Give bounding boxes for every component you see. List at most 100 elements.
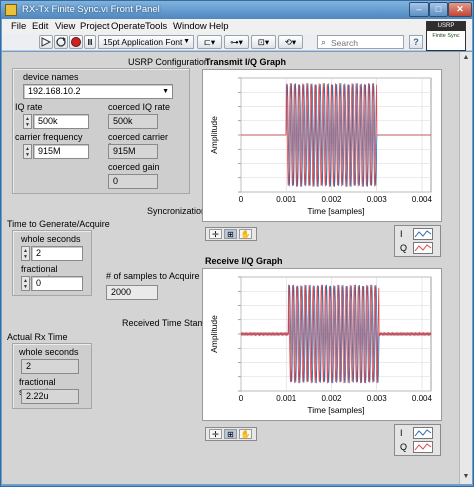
tx-legend-i-swatch [413, 228, 433, 240]
carrier-frequency-increment[interactable]: ▲ ▼ [23, 144, 32, 159]
whole-seconds-increment[interactable]: ▲ ▼ [21, 246, 30, 261]
tx-graph-plot: 0 0.001 0.002 0.003 0.004 Time [samples] Ampli… [209, 77, 433, 216]
tx-graph[interactable]: 0 0.001 0.002 0.003 0.004 Time [samples] Ampli… [202, 69, 442, 222]
reorder-button[interactable]: ⟲▾ [278, 35, 303, 49]
distribute-icon: ⊶▾ [230, 37, 243, 47]
x-tick-label: 0.001 [276, 195, 297, 204]
fractional-seconds-increment[interactable]: ▲ ▼ [21, 276, 30, 291]
time-to-generate-cluster: whole seconds ▲▼ 2 fractional seconds ▲▼… [12, 230, 92, 296]
vi-icon-title: USRP [427, 22, 465, 31]
scroll-down-icon[interactable]: ▼ [460, 471, 472, 483]
spin-down-icon: ▼ [23, 284, 28, 290]
coerced-iq-rate-indicator: 500k [108, 114, 158, 129]
context-help-button[interactable]: ? [409, 35, 423, 49]
samples-to-acquire-control[interactable]: 2000 [106, 285, 158, 300]
tx-legend-i: I [400, 229, 403, 239]
menu-view[interactable]: View [55, 21, 75, 32]
zoom-icon[interactable]: ⊞ [224, 429, 237, 439]
dropdown-arrow-icon: ▼ [162, 88, 169, 95]
scroll-up-icon[interactable]: ▲ [460, 52, 472, 64]
device-names-label: device names [23, 72, 79, 82]
rx-legend-i-swatch [413, 427, 433, 439]
rx-graph[interactable]: 0 0.001 0.002 0.003 0.004 Time [samples] Ampli… [202, 268, 442, 421]
coerced-carrier-indicator: 915M [108, 144, 158, 159]
vi-icon-subtitle: Finite Sync [432, 33, 460, 39]
rx-plot-legend[interactable]: I Q [394, 424, 441, 456]
cursor-icon[interactable]: ✛ [209, 429, 222, 439]
iq-rate-increment[interactable]: ▲ ▼ [23, 114, 32, 129]
x-tick-label: 0.003 [367, 195, 388, 204]
x-tick-label: 0.002 [321, 195, 342, 204]
vertical-scrollbar[interactable]: ▲ ▼ [459, 52, 472, 484]
rx-graph-title: Receive I/Q Graph [205, 256, 283, 266]
run-button[interactable] [39, 35, 53, 49]
menu-project[interactable]: Project [80, 21, 110, 32]
rx-graph-plot: 0 0.001 0.002 0.003 0.004 Time [samples] Ampli… [209, 276, 433, 415]
rx-whole-seconds-label: whole seconds [19, 347, 79, 357]
tx-graph-palette: ✛ ⊞ ✋ [205, 227, 257, 241]
rx-whole-seconds-indicator: 2 [21, 359, 79, 374]
menu-tools[interactable]: Tools [145, 21, 167, 32]
tx-legend-q-swatch [413, 242, 433, 254]
whole-seconds-label: whole seconds [21, 234, 81, 244]
menu-window[interactable]: Window [173, 21, 207, 32]
rx-graph-palette: ✛ ⊞ ✋ [205, 427, 257, 441]
resize-icon: ⊡▾ [257, 37, 270, 47]
zoom-icon[interactable]: ⊞ [224, 229, 237, 239]
x-tick-label: 0.001 [276, 394, 297, 403]
x-tick-label: 0.002 [321, 394, 342, 403]
time-to-generate-label: Time to Generate/Acquire [7, 219, 110, 229]
vi-window: RX-Tx Finite Sync.vi Front Panel – □ ✕ F… [0, 0, 474, 487]
menu-file[interactable]: File [11, 21, 26, 32]
pause-button[interactable]: II [84, 35, 96, 49]
coerced-iq-rate-label: coerced IQ rate [108, 102, 171, 112]
carrier-frequency-input[interactable]: 915M [33, 144, 89, 159]
carrier-frequency-label: carrier frequency [15, 132, 83, 142]
align-objects-button[interactable]: ⊏▾ [197, 35, 222, 49]
reorder-icon: ⟲▾ [284, 37, 297, 47]
resize-objects-button[interactable]: ⊡▾ [251, 35, 276, 49]
rx-legend-q-swatch [413, 441, 433, 453]
menu-operate[interactable]: Operate [111, 21, 145, 32]
spin-down-icon: ▼ [23, 254, 28, 260]
x-tick-label: 0.003 [367, 394, 388, 403]
device-names-value: 192.168.10.2 [28, 86, 81, 96]
cursor-icon[interactable]: ✛ [209, 229, 222, 239]
actual-rx-time-cluster: whole seconds 2 fractional seconds 2.22u [12, 343, 92, 409]
iq-rate-label: IQ rate [15, 102, 43, 112]
rx-legend-i: I [400, 428, 403, 438]
hand-icon[interactable]: ✋ [239, 429, 252, 439]
tx-graph-title: Transmit I/Q Graph [205, 57, 287, 67]
toolbar: II 15pt Application Font ▼ ⊏▾ ⊶▾ ⊡▾ ⟲▾ ⌕… [2, 34, 472, 51]
spin-down-icon: ▼ [25, 122, 30, 128]
minimize-button[interactable]: – [409, 2, 429, 17]
device-names-control[interactable]: 192.168.10.2 ▼ [23, 84, 173, 99]
menu-edit[interactable]: Edit [32, 21, 48, 32]
abort-button[interactable] [69, 35, 83, 49]
search-input[interactable] [331, 37, 401, 48]
actual-rx-time-label: Actual Rx Time [7, 332, 68, 342]
vi-connector-icon[interactable]: USRP Finite Sync [426, 21, 466, 51]
font-ring-value: 15pt Application Font [103, 37, 183, 47]
samples-to-acquire-label: # of samples to Acquire [106, 271, 200, 281]
fractional-seconds-input[interactable]: 0 [31, 276, 83, 291]
title-bar[interactable]: RX-Tx Finite Sync.vi Front Panel – □ ✕ [1, 1, 473, 19]
menu-help[interactable]: Help [209, 21, 229, 32]
tx-plot-legend[interactable]: I Q [394, 225, 441, 257]
run-continuously-icon [56, 37, 66, 47]
search-icon: ⌕ [321, 37, 327, 47]
font-ring[interactable]: 15pt Application Font ▼ [98, 35, 194, 49]
hand-icon[interactable]: ✋ [239, 229, 252, 239]
maximize-button[interactable]: □ [429, 2, 448, 17]
search-box[interactable]: ⌕ [317, 35, 404, 49]
distribute-objects-button[interactable]: ⊶▾ [224, 35, 249, 49]
menu-bar: File Edit View Project Operate Tools Win… [2, 19, 472, 34]
y-axis-label: Amplitude [209, 315, 219, 353]
iq-rate-input[interactable]: 500k [33, 114, 89, 129]
run-continuously-button[interactable] [54, 35, 68, 49]
coerced-gain-indicator: 0 [108, 174, 158, 189]
close-button[interactable]: ✕ [448, 2, 472, 17]
labview-icon [5, 4, 17, 16]
front-panel: USRP Configuration device names 192.168.… [2, 52, 459, 484]
whole-seconds-input[interactable]: 2 [31, 246, 83, 261]
